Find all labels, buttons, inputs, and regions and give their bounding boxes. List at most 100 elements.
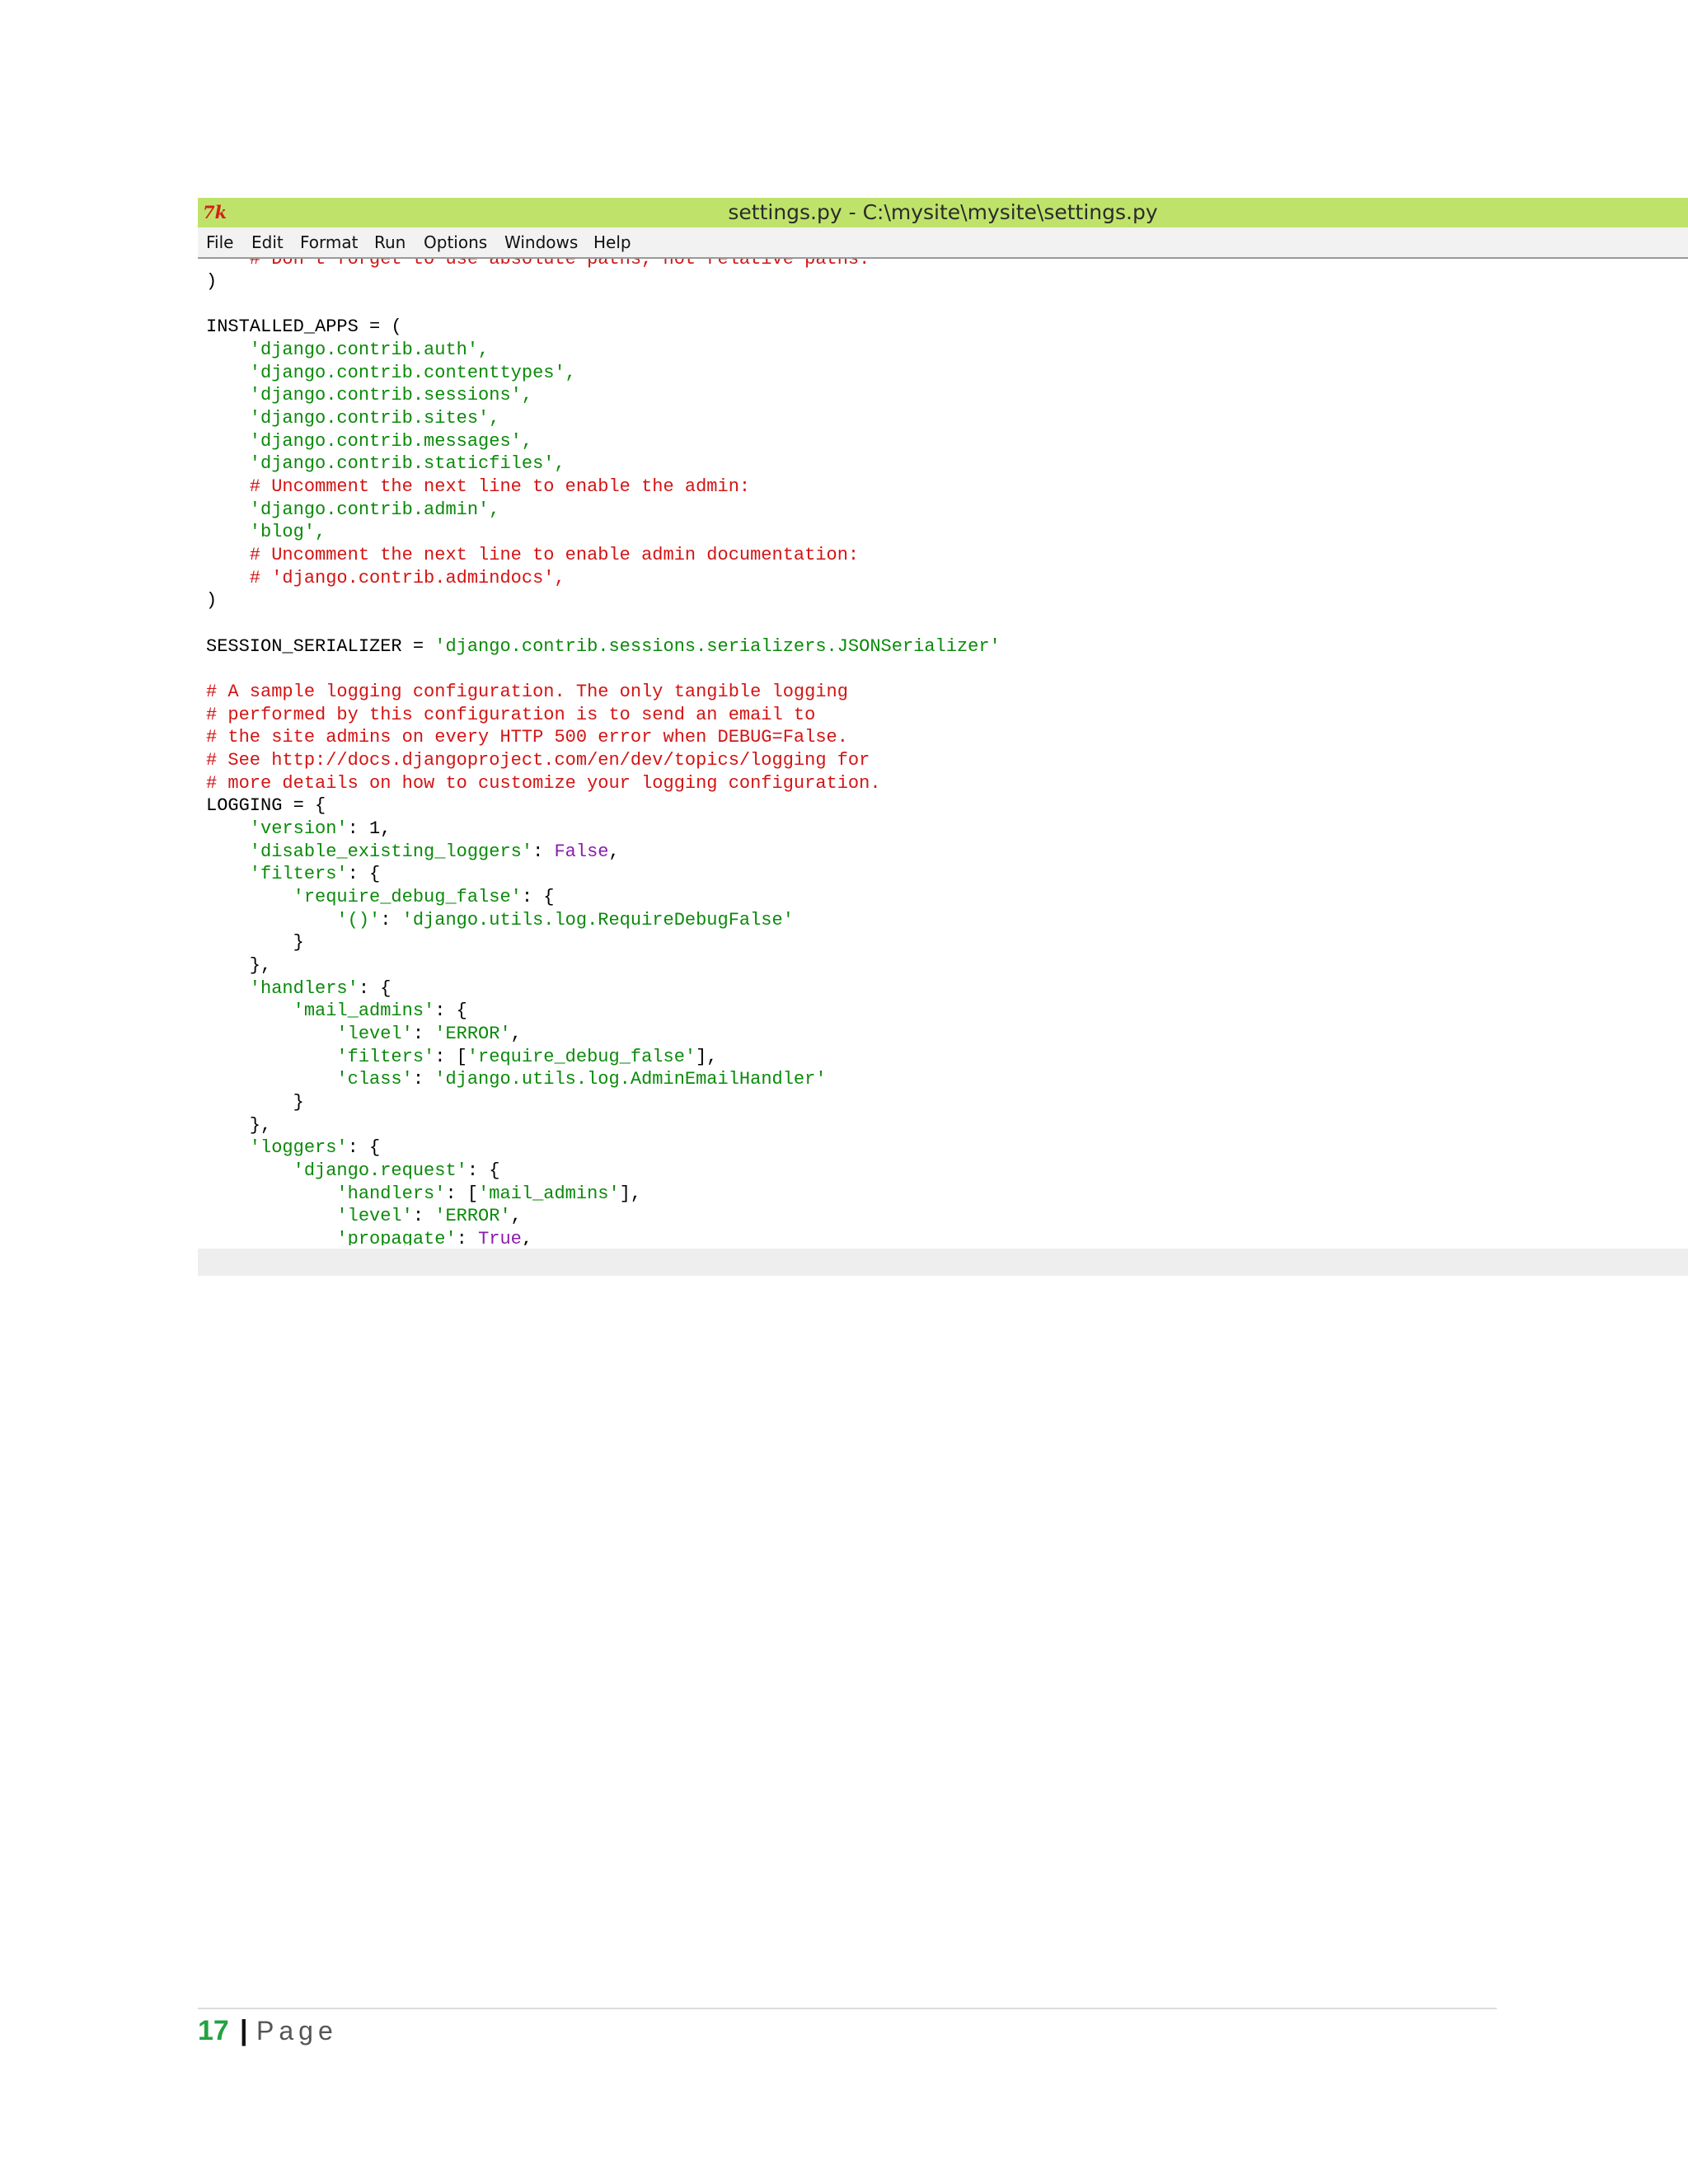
code-token: : { — [347, 864, 381, 884]
code-token: 'class' — [206, 1069, 413, 1090]
code-line: 'django.request': { — [206, 1160, 500, 1183]
code-line: INSTALLED_APPS = ( — [206, 316, 402, 337]
code-line: } — [206, 1092, 304, 1113]
code-line: 'class': 'django.utils.log.AdminEmailHan… — [206, 1068, 827, 1091]
code-line: ) — [206, 590, 218, 611]
code-token: 'filters' — [206, 864, 348, 884]
code-token: SESSION_SERIALIZER = — [206, 636, 435, 657]
code-line: 'loggers': { — [206, 1137, 380, 1160]
code-token: 'require_debug_false' — [467, 1047, 696, 1067]
code-line: 'version': 1, — [206, 818, 392, 841]
code-token: : — [532, 841, 555, 862]
code-token: 'handlers' — [206, 978, 359, 999]
code-line: # Don't forget to use absolute paths, no… — [206, 259, 870, 269]
code-token: 'ERROR' — [434, 1206, 511, 1226]
code-line: 'level': 'ERROR', — [206, 1023, 522, 1046]
code-editor[interactable]: # Don't forget to use absolute paths, no… — [198, 259, 1688, 1245]
menu-edit[interactable]: Edit — [251, 227, 284, 257]
code-token: ], — [619, 1183, 642, 1204]
code-token: 'handlers' — [206, 1183, 446, 1204]
page-number: 17 — [198, 2015, 229, 2046]
code-line: # more details on how to customize your … — [206, 773, 881, 794]
code-token: : { — [467, 1160, 500, 1181]
code-line: # 'django.contrib.admindocs', — [206, 568, 565, 588]
code-token: : — [456, 1229, 479, 1245]
code-line: LOGGING = { — [206, 795, 326, 816]
code-line: 'filters': ['require_debug_false'], — [206, 1046, 718, 1069]
code-token: : { — [521, 887, 555, 907]
code-token: : [ — [445, 1183, 479, 1204]
code-line: 'disable_existing_loggers': False, — [206, 841, 620, 864]
code-token: 'django.request' — [206, 1160, 467, 1181]
code-line: 'handlers': ['mail_admins'], — [206, 1183, 641, 1206]
code-token: 'disable_existing_loggers' — [206, 841, 533, 862]
code-line: # Uncomment the next line to enable admi… — [206, 545, 860, 565]
code-line: 'require_debug_false': { — [206, 886, 555, 909]
code-token: 'django.utils.log.RequireDebugFalse' — [401, 910, 794, 930]
menu-run[interactable]: Run — [374, 227, 406, 257]
code-token: , — [521, 1229, 533, 1245]
code-line: 'mail_admins': { — [206, 1000, 467, 1023]
code-token: , — [510, 1024, 522, 1044]
code-token: , — [608, 841, 620, 862]
code-token: 'propagate' — [206, 1229, 457, 1245]
code-line: 'blog', — [206, 522, 326, 542]
code-token: 'django.utils.log.AdminEmailHandler' — [434, 1069, 827, 1090]
code-line: 'django.contrib.auth', — [206, 340, 490, 360]
code-token: : [ — [434, 1047, 467, 1067]
code-token: : — [380, 910, 402, 930]
code-token: 'level' — [206, 1206, 413, 1226]
code-token: '()' — [206, 910, 381, 930]
code-token: 'ERROR' — [434, 1024, 511, 1044]
code-token: False — [554, 841, 609, 862]
code-line: # See http://docs.djangoproject.com/en/d… — [206, 750, 870, 771]
code-token: 'mail_admins' — [206, 1001, 435, 1021]
footer-divider — [198, 2008, 1497, 2009]
menu-file[interactable]: File — [206, 227, 233, 257]
code-token: 'version' — [206, 818, 348, 839]
code-token: : { — [358, 978, 392, 999]
code-token: 'mail_admins' — [478, 1183, 620, 1204]
code-line: 'django.contrib.sites', — [206, 408, 500, 429]
code-token: : { — [434, 1001, 467, 1021]
code-line: '()': 'django.utils.log.RequireDebugFals… — [206, 909, 794, 932]
code-line: 'level': 'ERROR', — [206, 1205, 522, 1228]
code-token: 'loggers' — [206, 1137, 348, 1158]
page-separator: | — [240, 2015, 248, 2046]
page-label: Page — [256, 2016, 338, 2046]
menu-options[interactable]: Options — [424, 227, 487, 257]
code-token: : { — [347, 1137, 381, 1158]
code-line: } — [206, 932, 304, 953]
code-token: 'filters' — [206, 1047, 435, 1067]
code-token: : 1, — [347, 818, 392, 839]
code-line: 'django.contrib.admin', — [206, 499, 500, 520]
code-token: 'require_debug_false' — [206, 887, 522, 907]
code-token: : — [412, 1069, 435, 1090]
code-token: ], — [696, 1047, 718, 1067]
code-token: True — [478, 1229, 522, 1245]
code-token: : — [412, 1206, 435, 1226]
code-token: 'django.contrib.sessions.serializers.JSO… — [434, 636, 1001, 657]
code-token: , — [510, 1206, 522, 1226]
code-line: 'django.contrib.staticfiles', — [206, 453, 565, 474]
code-line: }, — [206, 1115, 272, 1136]
code-line: 'django.contrib.sessions', — [206, 385, 533, 405]
menu-format[interactable]: Format — [300, 227, 358, 257]
code-line: ) — [206, 271, 218, 292]
menu-windows[interactable]: Windows — [504, 227, 578, 257]
menu-help[interactable]: Help — [593, 227, 631, 257]
window-title: settings.py - C:\mysite\mysite\settings.… — [728, 200, 1158, 224]
code-line: 'django.contrib.contenttypes', — [206, 363, 576, 383]
code-token: : — [412, 1024, 435, 1044]
title-bar[interactable]: 7k settings.py - C:\mysite\mysite\settin… — [198, 198, 1688, 227]
code-line: # Uncomment the next line to enable the … — [206, 476, 751, 497]
code-line: 'filters': { — [206, 863, 380, 886]
status-bar — [198, 1249, 1688, 1276]
code-token: 'level' — [206, 1024, 413, 1044]
code-line: # performed by this configuration is to … — [206, 705, 816, 725]
code-line: # A sample logging configuration. The on… — [206, 682, 848, 702]
code-line: 'django.contrib.messages', — [206, 431, 533, 452]
code-line: 'handlers': { — [206, 977, 392, 1001]
code-line: 'propagate': True, — [206, 1228, 532, 1245]
menu-bar: File Edit Format Run Options Windows Hel… — [198, 227, 1688, 259]
